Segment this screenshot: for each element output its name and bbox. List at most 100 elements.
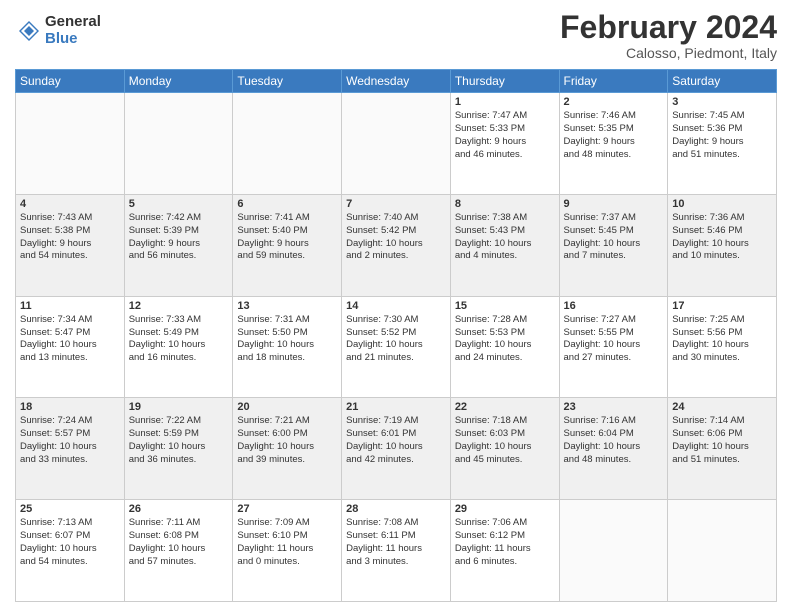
day-info: Sunrise: 7:37 AM Sunset: 5:45 PM Dayligh… xyxy=(564,212,664,263)
day-number: 20 xyxy=(237,401,337,413)
day-info: Sunrise: 7:25 AM Sunset: 5:56 PM Dayligh… xyxy=(672,314,772,365)
calendar-cell: 17 Sunrise: 7:25 AM Sunset: 5:56 PM Dayli… xyxy=(668,296,777,398)
day-number: 23 xyxy=(564,401,664,413)
calendar-cell xyxy=(233,93,342,195)
calendar-cell: 1 Sunrise: 7:47 AM Sunset: 5:33 PM Daylig… xyxy=(450,93,559,195)
day-number: 9 xyxy=(564,198,664,210)
calendar-header-monday: Monday xyxy=(124,70,233,93)
logo-general: General xyxy=(45,14,101,31)
calendar-cell: 22 Sunrise: 7:18 AM Sunset: 6:03 PM Dayli… xyxy=(450,398,559,500)
calendar-week-row: 25 Sunrise: 7:13 AM Sunset: 6:07 PM Dayli… xyxy=(16,500,777,602)
day-number: 4 xyxy=(20,198,120,210)
day-number: 7 xyxy=(346,198,446,210)
day-number: 24 xyxy=(672,401,772,413)
day-info: Sunrise: 7:11 AM Sunset: 6:08 PM Dayligh… xyxy=(129,517,229,568)
day-info: Sunrise: 7:21 AM Sunset: 6:00 PM Dayligh… xyxy=(237,415,337,466)
day-info: Sunrise: 7:33 AM Sunset: 5:49 PM Dayligh… xyxy=(129,314,229,365)
day-info: Sunrise: 7:14 AM Sunset: 6:06 PM Dayligh… xyxy=(672,415,772,466)
logo-text: General Blue xyxy=(45,14,101,47)
calendar-cell: 4 Sunrise: 7:43 AM Sunset: 5:38 PM Daylig… xyxy=(16,194,125,296)
calendar-cell: 12 Sunrise: 7:33 AM Sunset: 5:49 PM Dayli… xyxy=(124,296,233,398)
calendar-cell xyxy=(124,93,233,195)
day-info: Sunrise: 7:30 AM Sunset: 5:52 PM Dayligh… xyxy=(346,314,446,365)
day-number: 28 xyxy=(346,503,446,515)
day-number: 18 xyxy=(20,401,120,413)
day-number: 5 xyxy=(129,198,229,210)
header: General Blue February 2024 Calosso, Pied… xyxy=(15,10,777,61)
logo: General Blue xyxy=(15,14,101,47)
day-number: 3 xyxy=(672,96,772,108)
day-info: Sunrise: 7:13 AM Sunset: 6:07 PM Dayligh… xyxy=(20,517,120,568)
day-number: 12 xyxy=(129,300,229,312)
day-info: Sunrise: 7:24 AM Sunset: 5:57 PM Dayligh… xyxy=(20,415,120,466)
day-number: 10 xyxy=(672,198,772,210)
day-number: 13 xyxy=(237,300,337,312)
calendar-week-row: 4 Sunrise: 7:43 AM Sunset: 5:38 PM Daylig… xyxy=(16,194,777,296)
calendar-cell: 29 Sunrise: 7:06 AM Sunset: 6:12 PM Dayli… xyxy=(450,500,559,602)
calendar-cell: 8Sunrise: 7:38 AM Sunset: 5:43 PM Daylig… xyxy=(450,194,559,296)
calendar-cell: 13Sunrise: 7:31 AM Sunset: 5:50 PM Dayli… xyxy=(233,296,342,398)
calendar-week-row: 1 Sunrise: 7:47 AM Sunset: 5:33 PM Daylig… xyxy=(16,93,777,195)
logo-blue: Blue xyxy=(45,31,101,48)
calendar-header-thursday: Thursday xyxy=(450,70,559,93)
day-info: Sunrise: 7:19 AM Sunset: 6:01 PM Dayligh… xyxy=(346,415,446,466)
calendar-cell: 11 Sunrise: 7:34 AM Sunset: 5:47 PM Dayli… xyxy=(16,296,125,398)
day-info: Sunrise: 7:08 AM Sunset: 6:11 PM Dayligh… xyxy=(346,517,446,568)
day-number: 17 xyxy=(672,300,772,312)
calendar-cell: 28 Sunrise: 7:08 AM Sunset: 6:11 PM Dayli… xyxy=(342,500,451,602)
calendar-header-row: SundayMondayTuesdayWednesdayThursdayFrid… xyxy=(16,70,777,93)
calendar-cell: 6 Sunrise: 7:41 AM Sunset: 5:40 PM Daylig… xyxy=(233,194,342,296)
calendar-header-wednesday: Wednesday xyxy=(342,70,451,93)
calendar-cell: 21Sunrise: 7:19 AM Sunset: 6:01 PM Dayli… xyxy=(342,398,451,500)
day-info: Sunrise: 7:40 AM Sunset: 5:42 PM Dayligh… xyxy=(346,212,446,263)
day-info: Sunrise: 7:28 AM Sunset: 5:53 PM Dayligh… xyxy=(455,314,555,365)
day-info: Sunrise: 7:43 AM Sunset: 5:38 PM Dayligh… xyxy=(20,212,120,263)
day-info: Sunrise: 7:47 AM Sunset: 5:33 PM Dayligh… xyxy=(455,110,555,161)
calendar-cell: 9 Sunrise: 7:37 AM Sunset: 5:45 PM Daylig… xyxy=(559,194,668,296)
day-number: 1 xyxy=(455,96,555,108)
day-info: Sunrise: 7:45 AM Sunset: 5:36 PM Dayligh… xyxy=(672,110,772,161)
day-info: Sunrise: 7:06 AM Sunset: 6:12 PM Dayligh… xyxy=(455,517,555,568)
day-info: Sunrise: 7:18 AM Sunset: 6:03 PM Dayligh… xyxy=(455,415,555,466)
calendar-cell: 25 Sunrise: 7:13 AM Sunset: 6:07 PM Dayli… xyxy=(16,500,125,602)
calendar-cell: 16 Sunrise: 7:27 AM Sunset: 5:55 PM Dayli… xyxy=(559,296,668,398)
calendar-week-row: 18 Sunrise: 7:24 AM Sunset: 5:57 PM Dayli… xyxy=(16,398,777,500)
day-number: 29 xyxy=(455,503,555,515)
day-number: 22 xyxy=(455,401,555,413)
day-number: 11 xyxy=(20,300,120,312)
day-number: 19 xyxy=(129,401,229,413)
day-number: 15 xyxy=(455,300,555,312)
calendar-cell xyxy=(668,500,777,602)
day-number: 27 xyxy=(237,503,337,515)
location-subtitle: Calosso, Piedmont, Italy xyxy=(560,45,777,61)
calendar-cell: 19Sunrise: 7:22 AM Sunset: 5:59 PM Dayli… xyxy=(124,398,233,500)
day-number: 25 xyxy=(20,503,120,515)
title-block: February 2024 Calosso, Piedmont, Italy xyxy=(560,10,777,61)
calendar-cell: 15 Sunrise: 7:28 AM Sunset: 5:53 PM Dayli… xyxy=(450,296,559,398)
day-number: 26 xyxy=(129,503,229,515)
calendar-cell xyxy=(559,500,668,602)
calendar-cell: 24 Sunrise: 7:14 AM Sunset: 6:06 PM Dayli… xyxy=(668,398,777,500)
day-info: Sunrise: 7:34 AM Sunset: 5:47 PM Dayligh… xyxy=(20,314,120,365)
calendar-header-tuesday: Tuesday xyxy=(233,70,342,93)
calendar-table: SundayMondayTuesdayWednesdayThursdayFrid… xyxy=(15,69,777,602)
calendar-cell: 14Sunrise: 7:30 AM Sunset: 5:52 PM Dayli… xyxy=(342,296,451,398)
day-info: Sunrise: 7:09 AM Sunset: 6:10 PM Dayligh… xyxy=(237,517,337,568)
day-info: Sunrise: 7:41 AM Sunset: 5:40 PM Dayligh… xyxy=(237,212,337,263)
day-info: Sunrise: 7:38 AM Sunset: 5:43 PM Dayligh… xyxy=(455,212,555,263)
day-number: 2 xyxy=(564,96,664,108)
calendar-cell xyxy=(16,93,125,195)
day-number: 16 xyxy=(564,300,664,312)
calendar-header-friday: Friday xyxy=(559,70,668,93)
day-info: Sunrise: 7:16 AM Sunset: 6:04 PM Dayligh… xyxy=(564,415,664,466)
day-info: Sunrise: 7:36 AM Sunset: 5:46 PM Dayligh… xyxy=(672,212,772,263)
calendar-cell: 2Sunrise: 7:46 AM Sunset: 5:35 PM Daylig… xyxy=(559,93,668,195)
day-info: Sunrise: 7:27 AM Sunset: 5:55 PM Dayligh… xyxy=(564,314,664,365)
calendar-cell: 27 Sunrise: 7:09 AM Sunset: 6:10 PM Dayli… xyxy=(233,500,342,602)
calendar-cell: 26 Sunrise: 7:11 AM Sunset: 6:08 PM Dayli… xyxy=(124,500,233,602)
day-number: 6 xyxy=(237,198,337,210)
month-title: February 2024 xyxy=(560,10,777,45)
calendar-cell: 20 Sunrise: 7:21 AM Sunset: 6:00 PM Dayli… xyxy=(233,398,342,500)
logo-icon xyxy=(15,17,43,45)
calendar-cell xyxy=(342,93,451,195)
